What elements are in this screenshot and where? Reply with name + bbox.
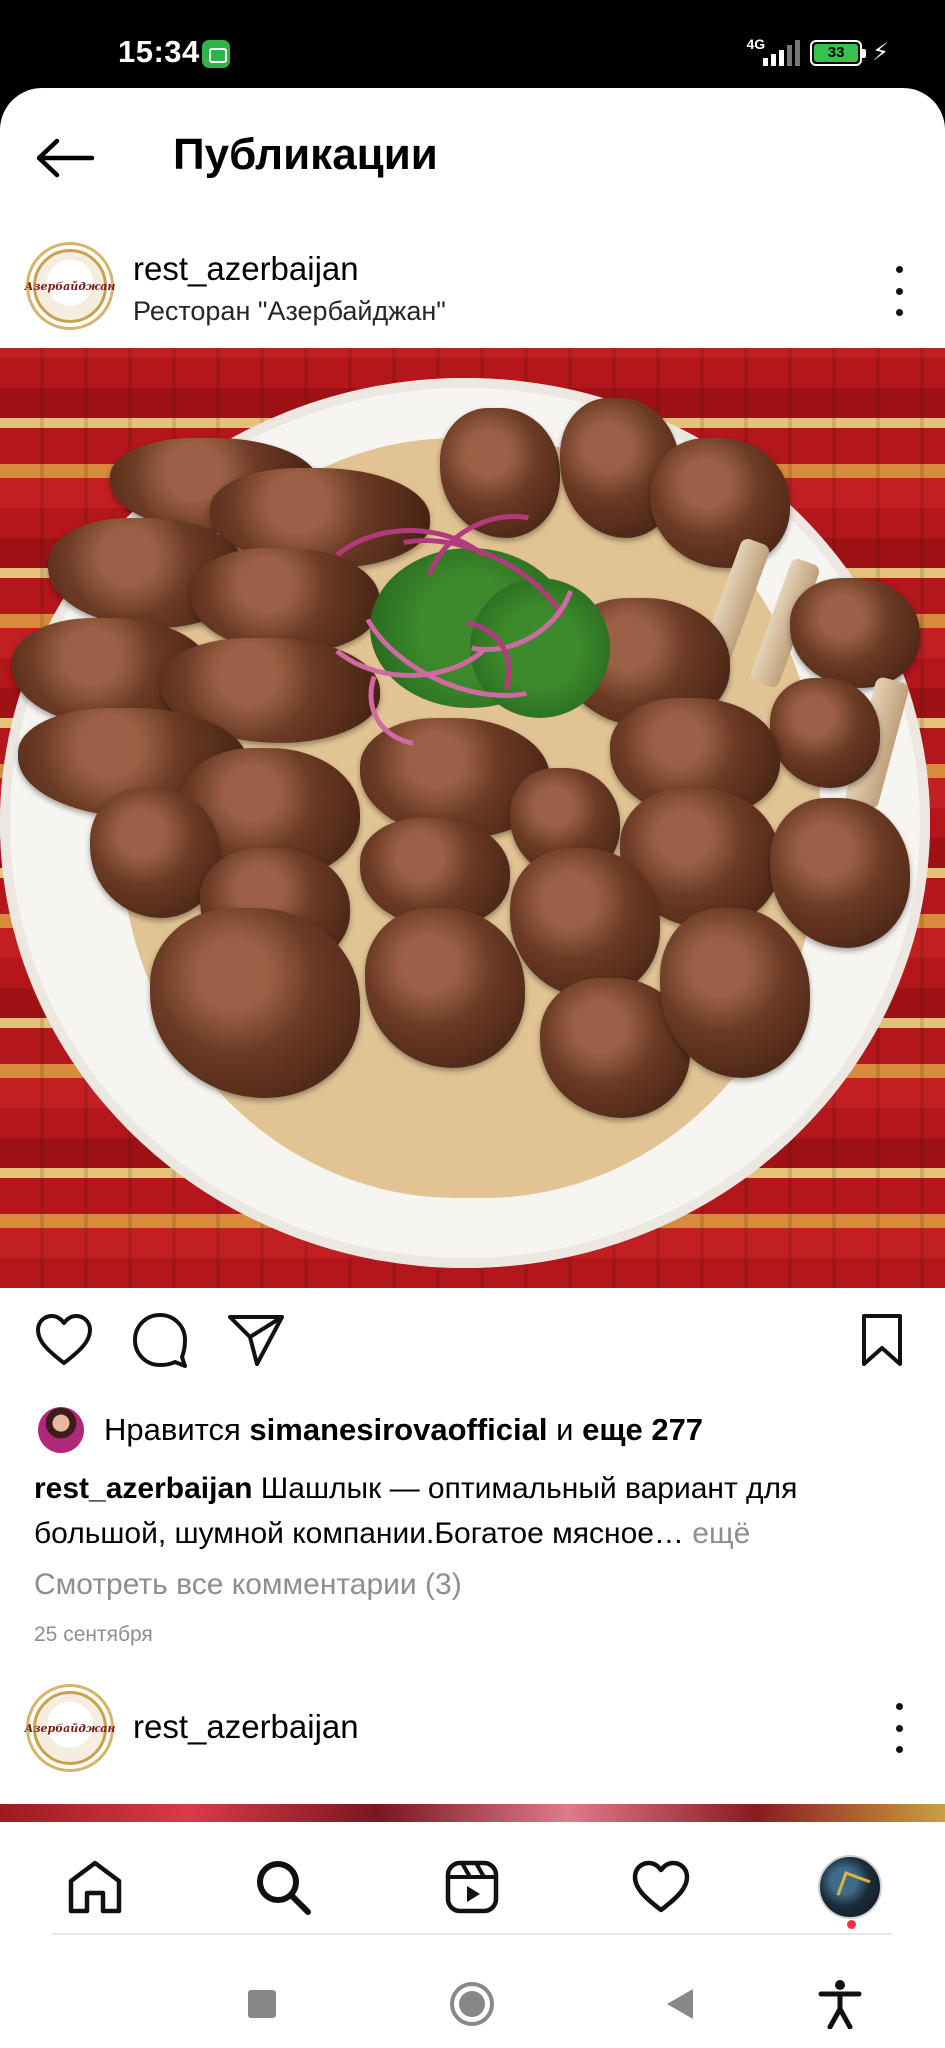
reels-icon bbox=[445, 1860, 499, 1914]
nav-reels[interactable] bbox=[437, 1852, 507, 1922]
next-post-username[interactable]: rest_azerbaijan bbox=[133, 1708, 359, 1746]
nav-activity[interactable] bbox=[626, 1852, 696, 1922]
post-photo[interactable] bbox=[0, 348, 945, 1288]
caption-more-link[interactable]: ещё bbox=[692, 1517, 750, 1550]
likes-others-count[interactable]: еще 277 bbox=[582, 1412, 703, 1447]
next-post-header: Азербайджан rest_azerbaijan bbox=[0, 1678, 945, 1798]
post-avatar[interactable]: Азербайджан bbox=[24, 242, 116, 330]
save-button[interactable] bbox=[850, 1308, 914, 1372]
status-bar: 15:34 4G 33 ⚡︎ bbox=[0, 0, 945, 88]
notification-dot bbox=[847, 1920, 856, 1929]
liker-avatar bbox=[38, 1407, 84, 1453]
nav-divider bbox=[52, 1933, 892, 1935]
accessibility-button[interactable] bbox=[812, 1976, 868, 2032]
circle-icon bbox=[450, 1982, 494, 2026]
likes-conjunction: и bbox=[556, 1412, 574, 1447]
comment-button[interactable] bbox=[128, 1308, 192, 1372]
square-icon bbox=[248, 1990, 276, 2018]
view-all-comments-link[interactable]: Смотреть все комментарии (3) bbox=[34, 1568, 462, 1602]
charging-icon: ⚡︎ bbox=[872, 39, 889, 66]
triangle-back-icon bbox=[667, 1989, 693, 2019]
caption-username[interactable]: rest_azerbaijan bbox=[34, 1472, 252, 1505]
home-icon bbox=[68, 1860, 122, 1914]
heart-icon bbox=[36, 1314, 92, 1365]
paper-plane-icon bbox=[228, 1315, 284, 1366]
system-home-button[interactable] bbox=[444, 1976, 500, 2032]
post-caption: rest_azerbaijan Шашлык — оптимальный вар… bbox=[34, 1466, 914, 1556]
likes-summary[interactable]: Нравится simanesirovaofficial и еще 277 bbox=[38, 1406, 703, 1454]
battery-icon: 33 bbox=[810, 40, 867, 66]
avatar-logo-text: Азербайджан bbox=[24, 279, 116, 293]
post-username[interactable]: rest_azerbaijan bbox=[133, 250, 359, 288]
post-date: 25 сентября bbox=[34, 1623, 153, 1646]
bookmark-icon bbox=[862, 1314, 902, 1366]
nav-profile[interactable] bbox=[815, 1852, 885, 1922]
status-indicators: 4G 33 ⚡︎ bbox=[746, 36, 889, 70]
recent-apps-button[interactable] bbox=[234, 1976, 290, 2032]
next-post-more-options-button[interactable] bbox=[889, 1703, 909, 1753]
heart-icon bbox=[632, 1860, 690, 1913]
notification-app-icon bbox=[202, 40, 230, 68]
profile-avatar bbox=[818, 1855, 882, 1919]
back-button[interactable] bbox=[32, 128, 100, 188]
page-title: Публикации bbox=[173, 130, 438, 179]
arrow-left-icon bbox=[37, 138, 95, 178]
post-location[interactable]: Ресторан "Азербайджан" bbox=[133, 296, 446, 327]
network-type-label: 4G bbox=[746, 36, 766, 52]
signal-strength-icon bbox=[763, 40, 801, 66]
app-surface: Публикации Азербайджан rest_azerbaijan Р… bbox=[0, 88, 945, 2048]
nav-search[interactable] bbox=[248, 1852, 318, 1922]
liker-username[interactable]: simanesirovaofficial bbox=[249, 1412, 547, 1447]
bottom-navigation bbox=[0, 1822, 945, 1946]
post-header: Азербайджан rest_azerbaijan Ресторан "Аз… bbox=[0, 228, 945, 348]
next-post-avatar[interactable]: Азербайджан bbox=[24, 1684, 116, 1772]
page-header: Публикации bbox=[0, 88, 945, 228]
battery-level: 33 bbox=[814, 44, 859, 62]
comment-bubble-icon bbox=[133, 1313, 187, 1368]
system-back-button[interactable] bbox=[652, 1976, 708, 2032]
next-post-photo[interactable] bbox=[0, 1804, 945, 1824]
post-actions bbox=[0, 1308, 945, 1388]
next-avatar-logo-text: Азербайджан bbox=[24, 1721, 116, 1735]
share-button[interactable] bbox=[224, 1308, 288, 1372]
nav-home[interactable] bbox=[60, 1852, 130, 1922]
more-options-button[interactable] bbox=[889, 266, 909, 316]
status-time: 15:34 bbox=[118, 34, 200, 69]
system-navigation-bar bbox=[0, 1936, 945, 2048]
likes-prefix: Нравится bbox=[104, 1412, 241, 1447]
accessibility-icon bbox=[818, 1980, 862, 2029]
search-icon bbox=[257, 1861, 311, 1915]
like-button[interactable] bbox=[32, 1308, 96, 1372]
